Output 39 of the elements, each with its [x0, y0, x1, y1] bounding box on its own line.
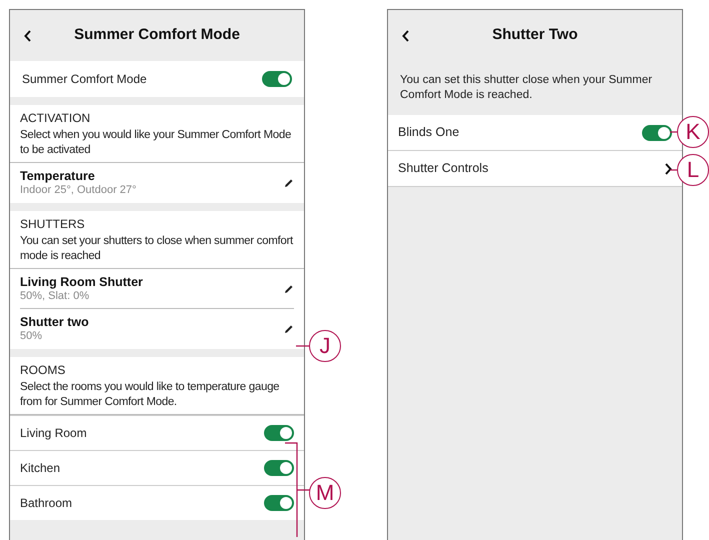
pencil-icon[interactable] — [284, 324, 294, 334]
row-label: Shutter Controls — [398, 160, 488, 178]
section-description: You can set your shutters to close when summer comfort mode is reached — [20, 234, 294, 264]
item-title: Living Room Shutter — [20, 274, 143, 290]
item-subtitle: Indoor 25°, Outdoor 27° — [20, 184, 136, 197]
back-icon[interactable] — [402, 30, 410, 42]
row-label: Blinds One — [398, 124, 460, 142]
leader-line — [296, 345, 310, 347]
item-subtitle: 50%, Slat: 0% — [20, 290, 90, 302]
back-icon[interactable] — [24, 30, 32, 42]
screen-title: Summer Comfort Mode — [73, 25, 241, 46]
callout-label: M — [309, 477, 341, 509]
room-label: Kitchen — [20, 460, 60, 477]
item-subtitle: 50% — [20, 330, 44, 343]
callout-label: K — [677, 116, 709, 148]
toggle-switch[interactable] — [264, 425, 294, 441]
chevron-right-icon[interactable] — [664, 162, 672, 174]
leader-line — [670, 169, 677, 171]
row-label: Summer Comfort Mode — [22, 71, 147, 88]
pencil-icon[interactable] — [284, 284, 294, 294]
room-label: Living Room — [20, 425, 87, 442]
toggle-switch[interactable] — [264, 495, 294, 511]
section-heading: ROOMS — [20, 363, 66, 378]
room-label: Bathroom — [20, 495, 72, 512]
toggle-switch[interactable] — [264, 460, 294, 476]
section-heading: ACTIVATION — [20, 111, 92, 126]
section-description: Select the rooms you would like to temperature gauge from for Summer Comfort Mode. — [20, 380, 280, 410]
callout-label: L — [677, 154, 709, 186]
screen-title: Shutter Two — [491, 25, 579, 46]
screen-description: You can set this shutter close when your Summer Comfort Mode is reached. — [399, 73, 654, 103]
section-description: Select when you would like your Summer Comfort Mode to be activated — [20, 128, 292, 158]
leader-line — [670, 131, 677, 133]
toggle-switch[interactable] — [642, 124, 672, 140]
callout-label: J — [309, 330, 341, 362]
toggle-switch[interactable] — [262, 71, 292, 87]
pencil-icon[interactable] — [284, 178, 294, 188]
item-title: Shutter two — [20, 315, 89, 330]
item-title: Temperature — [20, 169, 96, 184]
section-heading: SHUTTERS — [20, 217, 86, 232]
